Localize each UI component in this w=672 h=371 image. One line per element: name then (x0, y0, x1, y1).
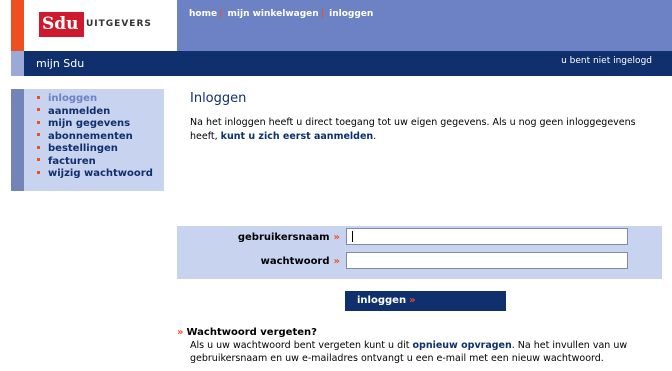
sidebar-item-label[interactable]: abonnementen (48, 131, 133, 142)
header-accent-stripe (11, 0, 24, 51)
forgot-text-before: Als u uw wachtwoord bent vergeten kunt u… (190, 340, 413, 351)
sidebar-item-mijn-gegevens[interactable]: mijn gegevens (37, 118, 164, 131)
bullet-icon (37, 158, 40, 161)
top-navigation: home | mijn winkelwagen | inloggen (189, 9, 373, 19)
bullet-icon (37, 95, 40, 99)
sidebar-item-label[interactable]: bestellingen (48, 143, 118, 154)
login-button-label: inloggen (357, 295, 407, 306)
password-label: wachtwoord» (200, 256, 340, 267)
username-input[interactable] (346, 228, 628, 245)
bullet-icon (37, 145, 40, 149)
header-stripe-light (11, 51, 24, 76)
request-password-link[interactable]: opnieuw opvragen (413, 340, 512, 351)
sidebar-item-label[interactable]: inloggen (48, 93, 97, 104)
sidebar-item-aanmelden[interactable]: aanmelden (37, 106, 164, 119)
bullet-icon (37, 120, 40, 124)
intro-text-after: . (373, 131, 377, 142)
username-label: gebruikersnaam» (200, 232, 340, 243)
sdu-logo[interactable]: Sdu (39, 12, 84, 37)
nav-home-link[interactable]: home (189, 9, 217, 19)
arrow-icon: » (333, 232, 340, 243)
sidebar-item-abonnementen[interactable]: abonnementen (37, 131, 164, 144)
nav-login-link[interactable]: inloggen (329, 9, 373, 19)
forgot-password-title: Wachtwoord vergeten? (186, 327, 317, 338)
status-bar: u bent niet ingelogd (177, 51, 672, 76)
bullet-icon (37, 133, 40, 136)
register-link[interactable]: kunt u zich eerst aanmelden (221, 131, 374, 142)
forgot-password-heading: » Wachtwoord vergeten? (177, 327, 317, 338)
username-label-text: gebruikersnaam (237, 232, 330, 243)
header-nav-area (177, 0, 672, 51)
page-title: Inloggen (190, 91, 247, 106)
password-label-text: wachtwoord (260, 256, 330, 267)
sidebar-item-label[interactable]: aanmelden (48, 106, 110, 117)
sidebar-item-inloggen[interactable]: inloggen (37, 93, 164, 106)
forgot-password-text: Als u uw wachtwoord bent vergeten kunt u… (190, 339, 665, 365)
sidebar-item-label[interactable]: mijn gegevens (48, 118, 130, 129)
section-title: mijn Sdu (24, 51, 177, 76)
nav-cart-link[interactable]: mijn winkelwagen (228, 9, 319, 19)
sidebar-stripe (11, 89, 24, 191)
sidebar-item-label[interactable]: facturen (48, 156, 96, 167)
sidebar-menu: inloggen aanmelden mijn gegevens abonnem… (24, 89, 164, 191)
text-cursor (352, 231, 353, 242)
sidebar-item-label[interactable]: wijzig wachtwoord (48, 168, 153, 179)
login-button[interactable]: inloggen» (345, 291, 506, 311)
nav-separator: | (219, 9, 223, 19)
bullet-icon (37, 170, 40, 174)
intro-text: Na het inloggen heeft u direct toegang t… (190, 116, 660, 144)
logo-wordmark: UITGEVERS (86, 19, 152, 29)
arrow-icon: » (333, 256, 340, 267)
password-input[interactable] (346, 252, 628, 269)
bullet-icon (37, 108, 40, 111)
nav-separator: | (320, 9, 324, 19)
sidebar-item-facturen[interactable]: facturen (37, 156, 164, 169)
arrow-icon: » (177, 327, 184, 338)
sidebar-item-wijzig-wachtwoord[interactable]: wijzig wachtwoord (37, 168, 164, 181)
login-status: u bent niet ingelogd (561, 56, 652, 66)
sidebar-item-bestellingen[interactable]: bestellingen (37, 143, 164, 156)
arrow-icon: » (409, 295, 416, 306)
